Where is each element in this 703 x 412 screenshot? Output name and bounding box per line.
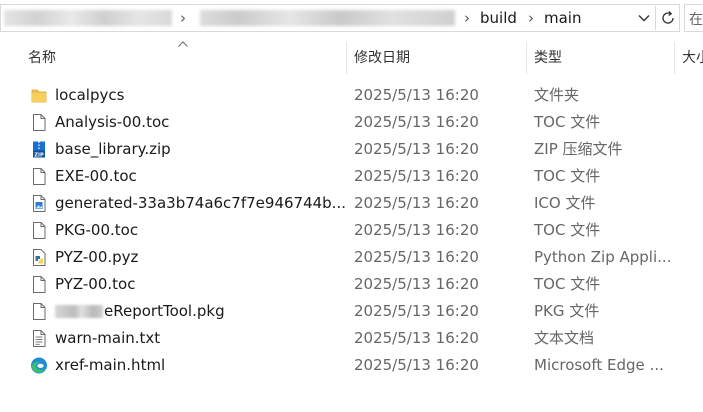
file-date: 2025/5/13 16:20 bbox=[354, 248, 479, 266]
address-bar[interactable]: › › build › main 在 bbox=[0, 0, 703, 38]
list-item[interactable]: Analysis-00.toc 2025/5/13 16:20 TOC 文件 bbox=[24, 109, 703, 136]
breadcrumb-build[interactable]: build bbox=[480, 8, 517, 28]
blurred-breadcrumb-segment bbox=[4, 10, 172, 26]
python-file-icon bbox=[33, 249, 46, 266]
list-item[interactable]: generated-33a3b74a6c7f7e946744b... 2025/… bbox=[24, 190, 703, 217]
address-history-dropdown[interactable] bbox=[632, 6, 656, 30]
file-icon bbox=[33, 276, 46, 293]
file-name-wrapper: eReportTool.pkg bbox=[55, 298, 225, 325]
zip-archive-icon: ZIP bbox=[33, 141, 45, 158]
file-type: 文件夹 bbox=[534, 86, 580, 104]
column-type[interactable]: 类型 bbox=[534, 38, 674, 76]
file-name: Analysis-00.toc bbox=[55, 113, 170, 131]
file-name: warn-main.txt bbox=[55, 329, 161, 347]
column-size-label: 大小 bbox=[682, 50, 703, 66]
column-date-modified[interactable]: 修改日期 bbox=[354, 38, 526, 76]
file-icon bbox=[33, 114, 46, 131]
file-type: Microsoft Edge ... bbox=[534, 356, 664, 374]
file-icon bbox=[33, 222, 46, 239]
column-type-label: 类型 bbox=[534, 50, 562, 66]
text-file-icon bbox=[33, 330, 46, 347]
search-placeholder: 在 bbox=[689, 12, 703, 28]
list-item[interactable]: PYZ-00.toc 2025/5/13 16:20 TOC 文件 bbox=[24, 271, 703, 298]
column-date-label: 修改日期 bbox=[354, 50, 410, 66]
file-type: TOC 文件 bbox=[534, 221, 601, 239]
file-type: ZIP 压缩文件 bbox=[534, 140, 623, 158]
list-item[interactable]: warn-main.txt 2025/5/13 16:20 文本文档 bbox=[24, 325, 703, 352]
file-date: 2025/5/13 16:20 bbox=[354, 167, 479, 185]
file-date: 2025/5/13 16:20 bbox=[354, 194, 479, 212]
file-name: xref-main.html bbox=[55, 356, 166, 374]
refresh-icon bbox=[662, 11, 674, 24]
refresh-button[interactable] bbox=[656, 6, 680, 30]
file-date: 2025/5/13 16:20 bbox=[354, 140, 479, 158]
file-name: eReportTool.pkg bbox=[104, 302, 225, 320]
chevron-down-icon bbox=[638, 15, 650, 22]
blurred-file-name-prefix bbox=[55, 305, 103, 318]
edge-icon bbox=[31, 357, 47, 374]
file-type: 文本文档 bbox=[534, 329, 595, 347]
file-date: 2025/5/13 16:20 bbox=[354, 221, 479, 239]
list-item[interactable]: EXE-00.toc 2025/5/13 16:20 TOC 文件 bbox=[24, 163, 703, 190]
file-date: 2025/5/13 16:20 bbox=[354, 302, 479, 320]
file-type: PKG 文件 bbox=[534, 302, 600, 320]
file-name: PYZ-00.pyz bbox=[55, 248, 139, 266]
file-icon bbox=[33, 168, 46, 185]
list-item[interactable]: PKG-00.toc 2025/5/13 16:20 TOC 文件 bbox=[24, 217, 703, 244]
list-item[interactable]: eReportTool.pkg 2025/5/13 16:20 PKG 文件 bbox=[24, 298, 703, 325]
file-type: TOC 文件 bbox=[534, 167, 601, 185]
file-type: TOC 文件 bbox=[534, 275, 601, 293]
breadcrumb-separator-icon: › bbox=[464, 9, 470, 27]
search-box[interactable]: 在 bbox=[684, 4, 703, 32]
list-item[interactable]: localpycs 2025/5/13 16:20 文件夹 bbox=[24, 82, 703, 109]
svg-text:ZIP: ZIP bbox=[34, 152, 44, 158]
file-name: generated-33a3b74a6c7f7e946744b... bbox=[55, 194, 346, 212]
list-item[interactable]: PYZ-00.pyz 2025/5/13 16:20 Python Zip Ap… bbox=[24, 244, 703, 271]
file-name: localpycs bbox=[55, 86, 125, 104]
file-date: 2025/5/13 16:20 bbox=[354, 113, 479, 131]
file-date: 2025/5/13 16:20 bbox=[354, 329, 479, 347]
column-name-label: 名称 bbox=[28, 50, 56, 66]
folder-icon bbox=[31, 89, 47, 103]
column-size[interactable]: 大小 bbox=[682, 38, 703, 76]
file-name: PYZ-00.toc bbox=[55, 275, 136, 293]
column-divider[interactable] bbox=[674, 42, 675, 74]
file-date: 2025/5/13 16:20 bbox=[354, 356, 479, 374]
breadcrumb-separator-icon: › bbox=[528, 9, 534, 27]
file-type: ICO 文件 bbox=[534, 194, 596, 212]
list-item[interactable]: ZIP base_library.zip 2025/5/13 16:20 ZIP… bbox=[24, 136, 703, 163]
column-header: 名称 修改日期 类型 大小 bbox=[0, 38, 703, 76]
file-type: TOC 文件 bbox=[534, 113, 601, 131]
file-type: Python Zip Appli... bbox=[534, 248, 672, 266]
column-name[interactable]: 名称 bbox=[28, 38, 346, 76]
blurred-breadcrumb-segment bbox=[200, 10, 455, 26]
column-divider[interactable] bbox=[346, 42, 347, 74]
column-divider[interactable] bbox=[526, 42, 527, 74]
file-name: base_library.zip bbox=[55, 140, 171, 158]
image-file-icon bbox=[33, 195, 46, 212]
file-date: 2025/5/13 16:20 bbox=[354, 86, 479, 104]
file-name: PKG-00.toc bbox=[55, 221, 139, 239]
file-name: EXE-00.toc bbox=[55, 167, 137, 185]
breadcrumb-separator-icon: › bbox=[180, 9, 186, 27]
breadcrumb-main[interactable]: main bbox=[544, 8, 581, 28]
file-date: 2025/5/13 16:20 bbox=[354, 275, 479, 293]
file-icon bbox=[33, 303, 46, 320]
list-item[interactable]: xref-main.html 2025/5/13 16:20 Microsoft… bbox=[24, 352, 703, 379]
